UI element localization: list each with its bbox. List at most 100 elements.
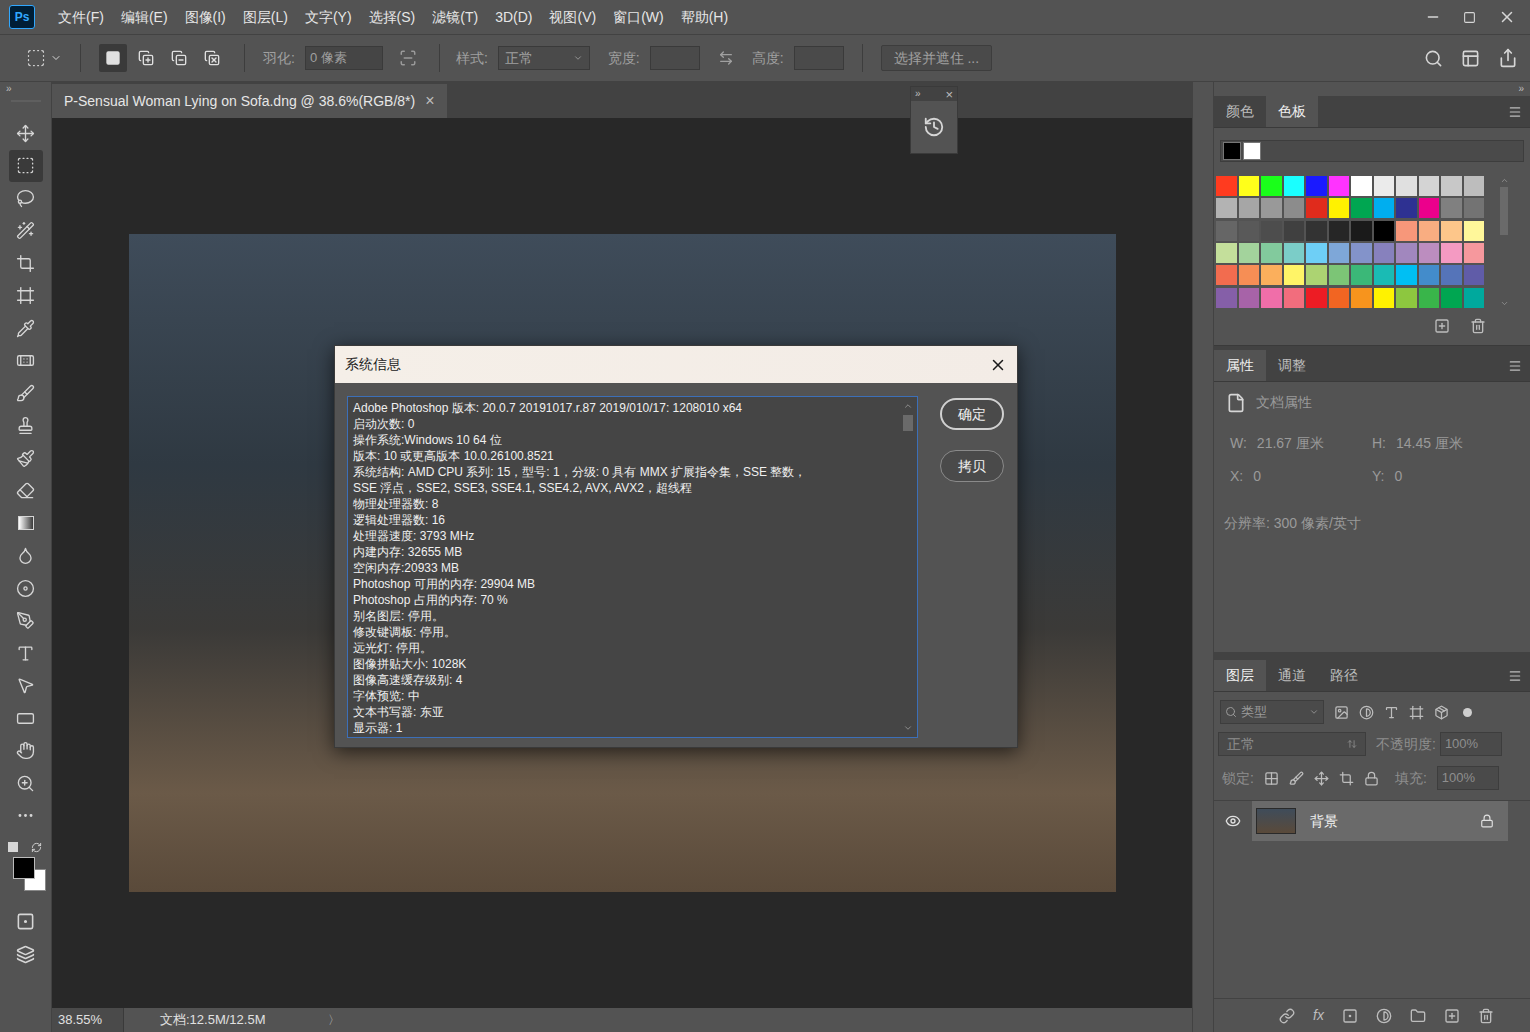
swatch[interactable]: [1261, 221, 1282, 241]
pixel-filter-icon[interactable]: [1334, 705, 1349, 720]
dialog-button[interactable]: 确定: [940, 398, 1004, 430]
search-icon[interactable]: [1424, 49, 1443, 68]
swatch[interactable]: [1216, 265, 1237, 285]
swatch[interactable]: [1284, 198, 1305, 218]
swatch[interactable]: [1306, 198, 1327, 218]
swatch[interactable]: [1396, 176, 1417, 196]
swatch[interactable]: [1464, 243, 1485, 263]
tool-button[interactable]: [9, 735, 43, 768]
delete-layer-icon[interactable]: [1478, 1008, 1494, 1024]
scrollbar[interactable]: [899, 397, 917, 737]
swatch[interactable]: [1374, 198, 1395, 218]
tool-button[interactable]: [9, 117, 43, 150]
lock-all-icon[interactable]: [1364, 771, 1379, 786]
menu-item[interactable]: 编辑(E): [120, 7, 169, 28]
style-select[interactable]: 正常: [498, 46, 590, 70]
tool-button[interactable]: [9, 345, 43, 378]
swatch[interactable]: [1441, 221, 1462, 241]
swatch[interactable]: [1284, 265, 1305, 285]
swatch[interactable]: [1441, 176, 1462, 196]
foreground-color[interactable]: [13, 857, 35, 879]
swatches-panel-tab[interactable]: 色板: [1266, 96, 1318, 127]
swatch[interactable]: [1441, 243, 1462, 263]
panel-menu-icon[interactable]: [1508, 359, 1522, 373]
swatch[interactable]: [1284, 221, 1305, 241]
swatch[interactable]: [1419, 221, 1440, 241]
swatch[interactable]: [1396, 265, 1417, 285]
close-window-icon[interactable]: [1498, 8, 1516, 26]
menu-item[interactable]: 图层(L): [242, 7, 289, 28]
lock-artboard-icon[interactable]: [1339, 771, 1354, 786]
swatch[interactable]: [1216, 221, 1237, 241]
layer-style-button[interactable]: fx: [1313, 1005, 1324, 1026]
swatch[interactable]: [1306, 288, 1327, 308]
swatch[interactable]: [1396, 221, 1417, 241]
swatch[interactable]: [1441, 288, 1462, 308]
swatch[interactable]: [1419, 198, 1440, 218]
panel-menu-icon[interactable]: [1508, 669, 1522, 683]
info-text-area[interactable]: Adobe Photoshop 版本: 20.0.7 20191017.r.87…: [347, 396, 918, 738]
swatch[interactable]: [1351, 265, 1372, 285]
layers-panel-tab[interactable]: 通道: [1266, 660, 1318, 691]
swatch[interactable]: [1216, 288, 1237, 308]
layer-filter-select[interactable]: 类型: [1220, 700, 1324, 724]
menu-item[interactable]: 3D(D): [494, 7, 533, 28]
background-chip[interactable]: [1243, 142, 1261, 160]
swatch[interactable]: [1239, 176, 1260, 196]
scroll-down-icon[interactable]: [903, 723, 913, 733]
swatch[interactable]: [1329, 265, 1350, 285]
swatches-scrollbar[interactable]: [1498, 176, 1510, 308]
menu-item[interactable]: 滤镜(T): [431, 7, 479, 28]
swatch[interactable]: [1351, 243, 1372, 263]
new-group-icon[interactable]: [1410, 1008, 1426, 1024]
foreground-chip[interactable]: [1223, 142, 1241, 160]
swatch[interactable]: [1329, 198, 1350, 218]
scroll-thumb[interactable]: [903, 415, 913, 431]
selection-mode-button[interactable]: [198, 44, 226, 72]
menu-item[interactable]: 文件(F): [57, 7, 105, 28]
filter-toggle[interactable]: [1463, 708, 1472, 717]
document-tab[interactable]: P-Sensual Woman Lying on Sofa.dng @ 38.6…: [52, 84, 447, 118]
lock-position-icon[interactable]: [1314, 771, 1329, 786]
tool-button[interactable]: [9, 572, 43, 605]
tool-button[interactable]: [9, 182, 43, 215]
swatch[interactable]: [1216, 243, 1237, 263]
swatch[interactable]: [1329, 176, 1350, 196]
swatch[interactable]: [1464, 265, 1485, 285]
swatch[interactable]: [1261, 265, 1282, 285]
swatch[interactable]: [1464, 176, 1485, 196]
history-icon[interactable]: [923, 116, 945, 138]
swatch[interactable]: [1351, 221, 1372, 241]
scroll-up-icon[interactable]: [1500, 176, 1509, 185]
swatch[interactable]: [1284, 288, 1305, 308]
layers-panel-tab[interactable]: 图层: [1214, 660, 1266, 691]
shape-filter-icon[interactable]: [1409, 705, 1424, 720]
workspace-icon[interactable]: [1461, 49, 1480, 68]
selection-mode-button[interactable]: [132, 44, 160, 72]
lock-transparency-icon[interactable]: [1264, 771, 1279, 786]
status-menu-arrow[interactable]: 〉: [328, 1011, 340, 1029]
swatch[interactable]: [1464, 198, 1485, 218]
tool-button[interactable]: [9, 800, 43, 833]
close-tab-button[interactable]: ×: [425, 89, 434, 113]
swatch[interactable]: [1329, 288, 1350, 308]
menu-item[interactable]: 文字(Y): [304, 7, 353, 28]
swatch[interactable]: [1216, 176, 1237, 196]
blend-mode-select[interactable]: 正常: [1218, 732, 1366, 756]
tool-preset-picker[interactable]: [26, 48, 62, 68]
swatch[interactable]: [1396, 288, 1417, 308]
add-mask-icon[interactable]: [1342, 1008, 1358, 1024]
default-colors-icon[interactable]: [8, 842, 18, 852]
fill-field[interactable]: 100%: [1437, 766, 1499, 790]
select-and-mask-button[interactable]: 选择并遮住 ...: [881, 45, 993, 71]
anti-alias-icon[interactable]: [399, 49, 417, 67]
swatch[interactable]: [1419, 243, 1440, 263]
screen-mode-icon[interactable]: [16, 945, 35, 964]
swatch[interactable]: [1351, 176, 1372, 196]
new-swatch-icon[interactable]: [1434, 318, 1450, 334]
dialog-button[interactable]: 拷贝: [940, 450, 1004, 482]
adjustment-filter-icon[interactable]: [1359, 705, 1374, 720]
property-field[interactable]: W:21.67 厘米: [1230, 433, 1372, 454]
tool-button[interactable]: [9, 410, 43, 443]
visibility-icon[interactable]: [1225, 813, 1241, 829]
